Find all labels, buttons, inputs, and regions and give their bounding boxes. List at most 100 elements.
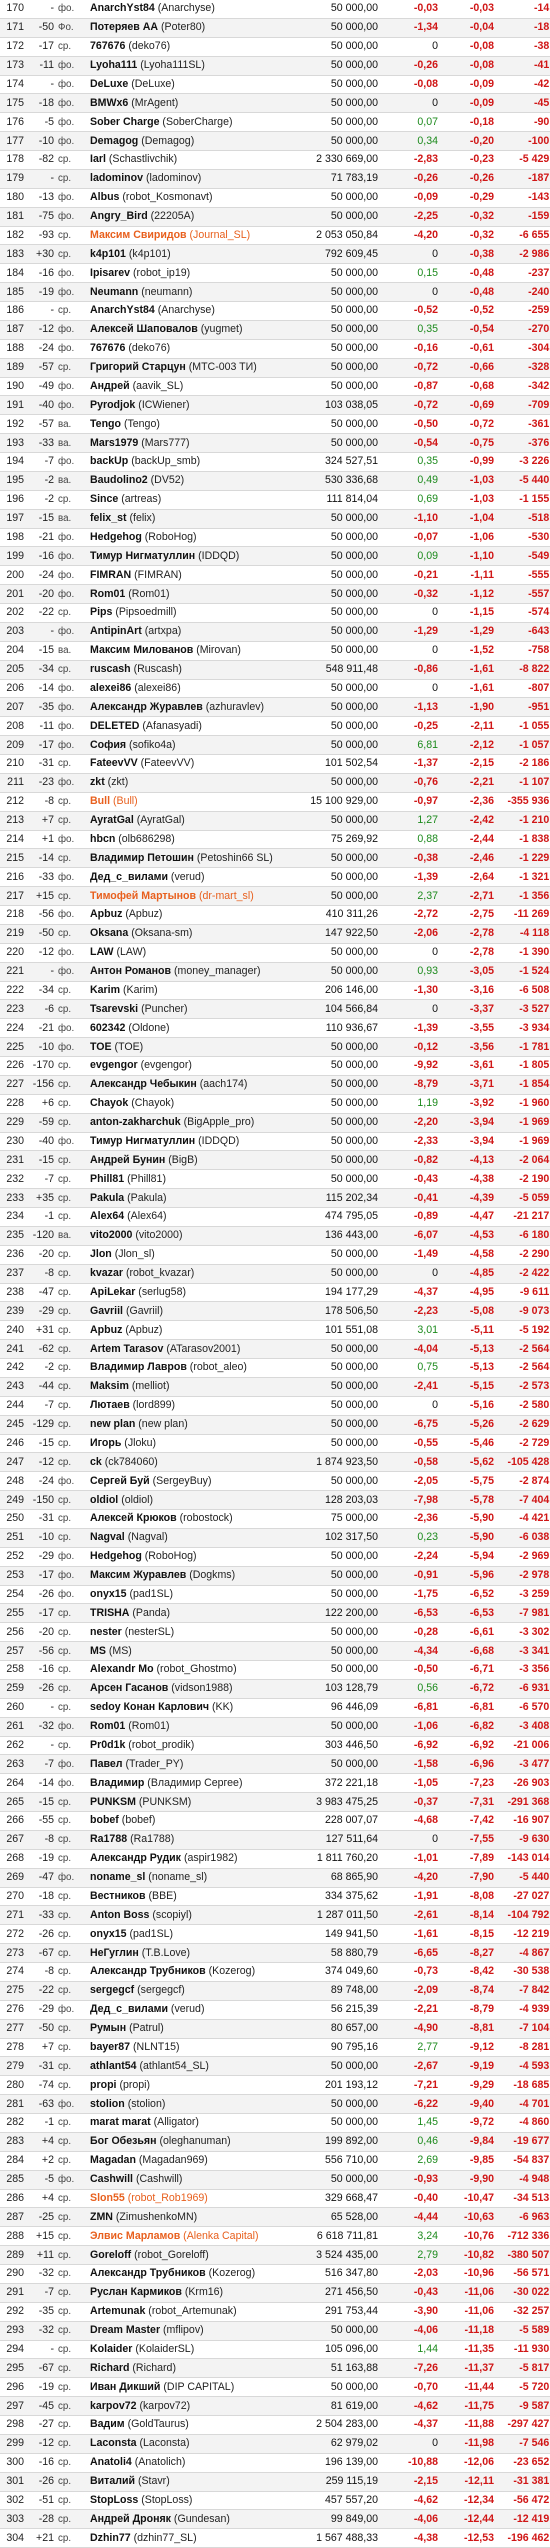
participant-name-link[interactable]: Румын <box>90 2022 126 2034</box>
participant-name-link[interactable]: Владимир Лавров <box>90 1361 187 1373</box>
participant-name-link[interactable]: evgengor <box>90 1059 138 1071</box>
participant-name-link[interactable]: Dzhin77 <box>90 2532 131 2544</box>
participant-name-link[interactable]: Iarl <box>90 153 106 165</box>
participant-name-link[interactable]: TRISHA <box>90 1607 129 1619</box>
participant-name-link[interactable]: Lyoha111 <box>90 59 137 71</box>
participant-name-link[interactable]: Дед_с_вилами <box>90 871 168 883</box>
participant-name-link[interactable]: Artemunak <box>90 2305 145 2317</box>
participant-name-link[interactable]: DELETED <box>90 720 139 732</box>
participant-name-link[interactable]: Phill81 <box>90 1173 124 1185</box>
participant-name-link[interactable]: Maksim <box>90 1380 129 1392</box>
participant-name-link[interactable]: Тимофей Мартынов <box>90 890 196 902</box>
participant-name-link[interactable]: TOE <box>90 1041 112 1053</box>
participant-name-link[interactable]: PUNKSM <box>90 1796 136 1808</box>
participant-name-link[interactable]: Руслан Кармиков <box>90 2286 182 2298</box>
participant-name-link[interactable]: Hedgehog <box>90 531 142 543</box>
participant-name-link[interactable]: Максим Журавлев <box>90 1569 186 1581</box>
participant-name-link[interactable]: Gavriil <box>90 1305 123 1317</box>
participant-name-link[interactable]: DeLuxe <box>90 78 128 90</box>
participant-name-link[interactable]: Hedgehog <box>90 1550 142 1562</box>
participant-name-link[interactable]: Apbuz <box>90 908 122 920</box>
participant-name-link[interactable]: Элвис Марламов <box>90 2230 180 2242</box>
participant-name-link[interactable]: Александр Рудик <box>90 1852 181 1864</box>
participant-name-link[interactable]: Антон Романов <box>90 965 171 977</box>
participant-name-link[interactable]: nester <box>90 1626 122 1638</box>
participant-name-link[interactable]: noname_sl <box>90 1871 145 1883</box>
participant-name-link[interactable]: Вадим <box>90 2418 125 2430</box>
participant-name-link[interactable]: FIMRAN <box>90 569 131 581</box>
participant-name-link[interactable]: Neumann <box>90 286 138 298</box>
participant-name-link[interactable]: vito2000 <box>90 1229 132 1241</box>
participant-name-link[interactable]: Tengo <box>90 418 121 430</box>
participant-name-link[interactable]: Максим Свиридов <box>90 229 187 241</box>
participant-name-link[interactable]: Rom01 <box>90 588 125 600</box>
participant-name-link[interactable]: k4p101 <box>90 248 126 260</box>
participant-name-link[interactable]: Alex64 <box>90 1210 124 1222</box>
participant-name-link[interactable]: Андрей Бунин <box>90 1154 165 1166</box>
participant-name-link[interactable]: Вестников <box>90 1890 146 1902</box>
participant-name-link[interactable]: Андрей <box>90 380 130 392</box>
participant-name-link[interactable]: Ra1788 <box>90 1833 127 1845</box>
participant-name-link[interactable]: BMWx6 <box>90 97 128 109</box>
participant-name-link[interactable]: Pyrodjok <box>90 399 135 411</box>
participant-name-link[interactable]: Ipisarev <box>90 267 130 279</box>
participant-name-link[interactable]: sergegcf <box>90 1984 134 1996</box>
participant-name-link[interactable]: Nagval <box>90 1531 125 1543</box>
participant-name-link[interactable]: Kolaider <box>90 2343 132 2355</box>
participant-name-link[interactable]: Алексей Шаповалов <box>90 323 198 335</box>
participant-name-link[interactable]: athlant54 <box>90 2060 137 2072</box>
participant-name-link[interactable]: 767676 <box>90 342 125 354</box>
participant-name-link[interactable]: oldiol <box>90 1494 118 1506</box>
participant-name-link[interactable]: FateevVV <box>90 757 138 769</box>
participant-name-link[interactable]: Александр Чебыкин <box>90 1078 197 1090</box>
participant-name-link[interactable]: propi <box>90 2079 116 2091</box>
participant-name-link[interactable]: ApiLekar <box>90 1286 135 1298</box>
participant-name-link[interactable]: Angry_Bird <box>90 210 148 222</box>
participant-name-link[interactable]: София <box>90 739 126 751</box>
participant-name-link[interactable]: sedoy Конан Карлович <box>90 1701 209 1713</box>
participant-name-link[interactable]: Karim <box>90 984 120 996</box>
participant-name-link[interactable]: Виталий <box>90 2475 135 2487</box>
participant-name-link[interactable]: Laconsta <box>90 2437 137 2449</box>
participant-name-link[interactable]: Сергей Буй <box>90 1475 150 1487</box>
participant-name-link[interactable]: Goreloff <box>90 2249 131 2261</box>
participant-name-link[interactable]: Иван Дикший <box>90 2381 160 2393</box>
participant-name-link[interactable]: onyx15 <box>90 1588 127 1600</box>
participant-name-link[interactable]: marat marat <box>90 2116 151 2128</box>
participant-name-link[interactable]: AnarchYst84 <box>90 2 155 14</box>
participant-name-link[interactable]: Anatoli4 <box>90 2456 132 2468</box>
participant-name-link[interactable]: ladominov <box>90 172 143 184</box>
participant-name-link[interactable]: Тимур Нигматуллин <box>90 1135 195 1147</box>
participant-name-link[interactable]: Александр Трубников <box>90 1965 206 1977</box>
participant-name-link[interactable]: Demagog <box>90 135 138 147</box>
participant-name-link[interactable]: bayer87 <box>90 2041 130 2053</box>
participant-name-link[interactable]: Anton Boss <box>90 1909 149 1921</box>
participant-name-link[interactable]: Александр Трубников <box>90 2267 206 2279</box>
participant-name-link[interactable]: 767676 <box>90 40 125 52</box>
participant-name-link[interactable]: MS <box>90 1645 106 1657</box>
participant-name-link[interactable]: Mars1979 <box>90 437 138 449</box>
participant-name-link[interactable]: kvazar <box>90 1267 123 1279</box>
participant-name-link[interactable]: Baudolino2 <box>90 474 148 486</box>
participant-name-link[interactable]: Владимир Петошин <box>90 852 194 864</box>
participant-name-link[interactable]: Since <box>90 493 118 505</box>
participant-name-link[interactable]: backUp <box>90 455 128 467</box>
participant-name-link[interactable]: AnarchYst84 <box>90 304 155 316</box>
participant-name-link[interactable]: Magadan <box>90 2154 136 2166</box>
participant-name-link[interactable]: zkt <box>90 776 105 788</box>
participant-name-link[interactable]: Pips <box>90 606 112 618</box>
participant-name-link[interactable]: Alexandr Mo <box>90 1663 154 1675</box>
participant-name-link[interactable]: StopLoss <box>90 2494 138 2506</box>
participant-name-link[interactable]: Pakula <box>90 1192 124 1204</box>
participant-name-link[interactable]: Dream Master <box>90 2324 160 2336</box>
participant-name-link[interactable]: felix_st <box>90 512 127 524</box>
participant-name-link[interactable]: ck <box>90 1456 102 1468</box>
participant-name-link[interactable]: anton-zakharchuk <box>90 1116 181 1128</box>
participant-name-link[interactable]: Cashwill <box>90 2173 133 2185</box>
participant-name-link[interactable]: bobef <box>90 1814 119 1826</box>
participant-name-link[interactable]: ZMN <box>90 2211 113 2223</box>
participant-name-link[interactable]: Artem Tarasov <box>90 1343 163 1355</box>
participant-name-link[interactable]: AntipinArt <box>90 625 142 637</box>
participant-name-link[interactable]: Алексей Крюков <box>90 1512 177 1524</box>
participant-name-link[interactable]: Арсен Гасанов <box>90 1682 168 1694</box>
